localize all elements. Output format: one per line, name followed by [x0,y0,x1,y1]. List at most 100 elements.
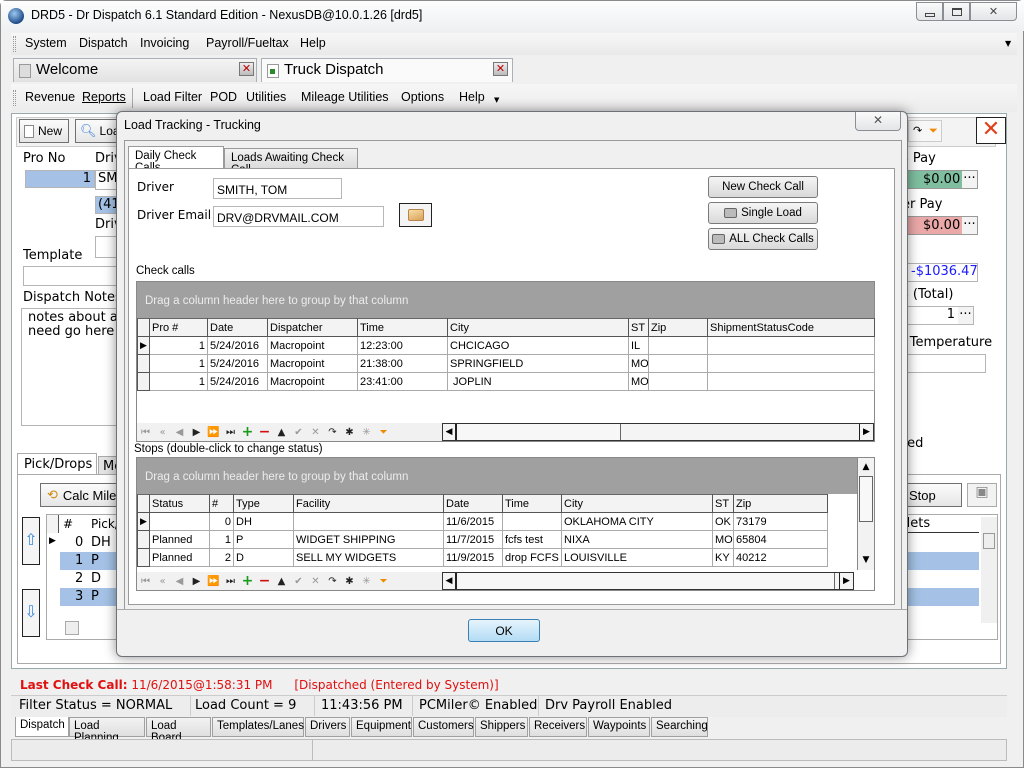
delete-record-icon[interactable]: − [256,573,273,589]
prev-record-icon[interactable]: ◀ [171,576,188,587]
col-date[interactable]: Date [443,494,503,513]
col-shipment-status-code[interactable]: ShipmentStatusCode [707,318,875,337]
driver-pay-field[interactable]: $0.00 ··· [902,216,978,235]
close-dispatch-button[interactable]: ✕ [976,117,1006,144]
tab-customers[interactable]: Customers [413,717,474,737]
driver-field[interactable]: SMITH, TOM [213,178,342,199]
template-field[interactable] [23,266,123,286]
menu-payroll-fueltax[interactable]: Payroll/Fueltax [206,36,289,50]
close-tab-welcome-icon[interactable]: ✕ [239,62,254,76]
tab-load-planning[interactable]: Load Planning [69,717,145,744]
toolbar-load-filter[interactable]: Load Filter [143,90,202,104]
move-up-button[interactable]: ⇧ [22,517,40,565]
post-edit-icon[interactable]: ✔ [290,576,307,587]
scroll-left-icon[interactable]: ◀ [443,424,457,440]
col-status[interactable]: Status [149,494,210,513]
next-record-icon[interactable]: ▶ [188,576,205,587]
pro-no-field[interactable]: 1 [25,170,95,188]
toolbar-revenue[interactable]: Revenue [25,90,75,104]
next-record-icon[interactable]: ▶ [188,427,205,438]
total-ellipsis-button[interactable]: ··· [958,307,973,324]
goto-bookmark-icon[interactable]: ✳ [358,576,375,587]
col-date[interactable]: Date [207,318,268,337]
table-row[interactable]: Planned 2 D SELL MY WIDGETS 11/9/2015 dr… [137,548,828,567]
close-window-button[interactable]: ✕ [970,2,1017,21]
gross-pay-field[interactable]: $0.00 ··· [902,170,978,189]
menu-help[interactable]: Help [300,36,326,50]
edit-record-icon[interactable]: ▲ [273,427,290,438]
first-record-icon[interactable]: ⏮ [137,427,154,438]
group-by-panel[interactable]: Drag a column header here to group by th… [137,458,857,494]
col-pro-no[interactable]: Pro # [149,318,208,337]
scroll-up-icon[interactable]: ▲ [859,459,873,475]
toolbar-help[interactable]: Help [459,90,485,104]
profit-field[interactable]: -$1036.47 [902,263,978,282]
toolbar-overflow-icon[interactable]: ▼ [494,96,499,104]
next-page-icon[interactable]: ⏩ [205,427,222,438]
cancel-edit-icon[interactable]: ✕ [307,427,324,438]
move-down-button[interactable]: ⇩ [22,589,40,637]
toolbar-reports[interactable]: Reports [82,90,126,104]
col-zip[interactable]: Zip [648,318,708,337]
scroll-right-icon[interactable]: ▶ [859,424,873,440]
tab-searching[interactable]: Searching [651,717,708,737]
col-type[interactable]: Type [233,494,294,513]
tab-pick-drops[interactable]: Pick/Drops [17,453,97,475]
table-row[interactable]: 1 5/24/2016 Macropoint 21:38:00 SPRINGFI… [137,354,875,373]
stops-vscrollbar[interactable]: ▲ ▼ [857,458,874,570]
menu-overflow-icon[interactable]: ▼ [1005,39,1011,48]
horizontal-scrollbar-thumb[interactable] [65,621,79,635]
col-num[interactable]: # [209,494,234,513]
toolbar-utilities[interactable]: Utilities [246,90,286,104]
menu-system[interactable]: System [25,36,67,50]
menu-grip-handle[interactable] [13,36,16,52]
stops-hscrollbar[interactable]: ◀ ▶ [442,572,854,590]
toolbar-options[interactable]: Options [401,90,444,104]
dialog-close-button[interactable]: ✕ [855,112,901,131]
prev-page-icon[interactable]: « [154,427,171,438]
check-calls-hscrollbar[interactable]: ◀ ▶ [442,423,874,441]
tab-templates-lanes[interactable]: Templates/Lanes [212,717,304,737]
toolbar-mileage-utilities[interactable]: Mileage Utilities [301,90,389,104]
col-time[interactable]: Time [357,318,448,337]
add-record-icon[interactable]: + [239,424,256,440]
filter-icon[interactable]: ⏷ [375,427,392,438]
prev-record-icon[interactable]: ◀ [171,427,188,438]
save-button[interactable]: ▣ [967,483,997,507]
scrollbar-thumb[interactable] [459,424,621,440]
table-row[interactable]: Planned 1 P WIDGET SHIPPING 11/7/2015 fc… [137,530,828,549]
scroll-left-icon[interactable]: ◀ [443,573,457,589]
last-record-icon[interactable]: ⏭ [222,427,239,438]
bookmark-icon[interactable]: ✱ [341,427,358,438]
scroll-right-icon[interactable]: ▶ [839,573,853,589]
ok-button[interactable]: OK [468,619,540,642]
col-time[interactable]: Time [502,494,562,513]
col-st[interactable]: ST [628,318,649,337]
doc-tab-welcome[interactable]: Welcome ✕ [13,58,257,82]
temperature-field[interactable] [902,354,986,373]
grid-header-pick[interactable]: Pick/ [91,517,119,531]
scroll-down-icon[interactable]: ▼ [859,552,873,568]
scrollbar-thumb[interactable] [859,476,873,522]
post-edit-icon[interactable]: ✔ [290,427,307,438]
col-dispatcher[interactable]: Dispatcher [267,318,358,337]
all-check-calls-button[interactable]: ALL Check Calls [708,228,818,250]
tab-equipment[interactable]: Equipment [351,717,412,737]
new-check-call-button[interactable]: New Check Call [708,176,818,198]
table-row[interactable]: ▶ 1 5/24/2016 Macropoint 12:23:00 CHCICA… [137,336,875,355]
col-city[interactable]: City [561,494,713,513]
next-page-icon[interactable]: ⏩ [205,576,222,587]
prev-page-icon[interactable]: « [154,576,171,587]
filter-icon[interactable]: ⏷ [929,124,938,138]
total-field[interactable]: 1 ··· [902,306,974,325]
menu-dispatch[interactable]: Dispatch [79,36,128,50]
stop-button[interactable]: Stop [902,483,962,507]
refresh-icon[interactable]: ↷ [324,576,341,587]
toolbar-grip-handle[interactable] [13,90,16,106]
bookmark-icon[interactable]: ✱ [341,576,358,587]
cancel-edit-icon[interactable]: ✕ [307,576,324,587]
new-button[interactable]: New [19,119,69,143]
delete-record-icon[interactable]: − [256,424,273,440]
goto-bookmark-icon[interactable]: ✳ [358,427,375,438]
tab-receivers[interactable]: Receivers [529,717,587,737]
